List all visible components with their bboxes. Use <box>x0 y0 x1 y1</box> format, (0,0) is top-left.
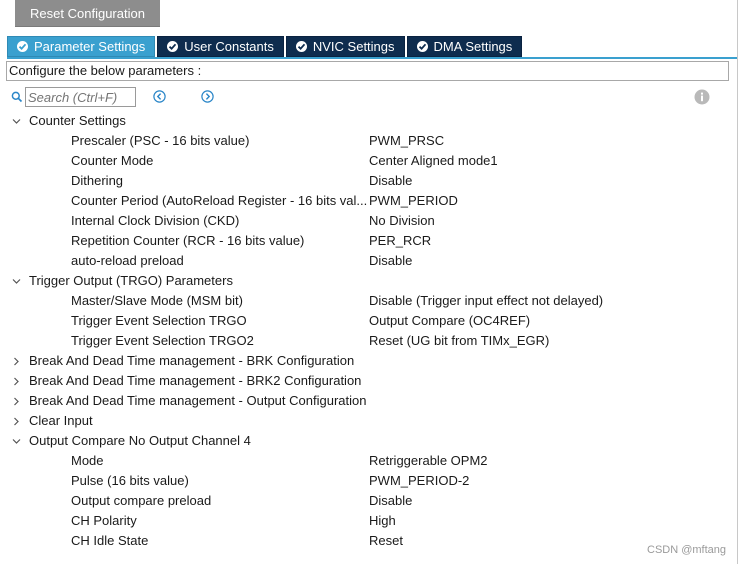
chevron-right-icon[interactable] <box>12 417 21 426</box>
check-circle-icon <box>416 41 428 52</box>
tree-group-row[interactable]: Counter Settings <box>0 111 737 131</box>
parameter-value[interactable]: Disable <box>369 251 412 271</box>
parameter-name: Prescaler (PSC - 16 bits value) <box>71 133 250 148</box>
tree-group-row[interactable]: Break And Dead Time management - Output … <box>0 391 737 411</box>
parameter-row[interactable]: Dithering Disable <box>0 171 737 191</box>
parameter-value[interactable]: No Division <box>369 211 435 231</box>
chevron-right-icon[interactable] <box>12 377 21 386</box>
watermark: CSDN @mftang <box>647 544 727 556</box>
chevron-right-icon[interactable] <box>12 357 21 366</box>
tree-group-label: Output Compare No Output Channel 4 <box>29 433 251 448</box>
tree-group-row[interactable]: Break And Dead Time management - BRK Con… <box>0 351 737 371</box>
parameter-name: Internal Clock Division (CKD) <box>71 213 240 228</box>
parameter-value[interactable]: High <box>369 511 396 531</box>
tab-nvic-settings[interactable]: NVIC Settings <box>285 36 405 57</box>
tree-group-label: Break And Dead Time management - Output … <box>29 393 367 408</box>
tab-user-constants[interactable]: User Constants <box>157 36 284 57</box>
chevron-down-icon[interactable] <box>12 117 21 126</box>
parameter-value[interactable]: Center Aligned mode1 <box>369 151 498 171</box>
tree-group-label: Break And Dead Time management - BRK Con… <box>29 353 355 368</box>
tab-label: Parameter Settings <box>34 39 146 54</box>
tree-group-label: Break And Dead Time management - BRK2 Co… <box>29 373 362 388</box>
check-circle-icon <box>17 41 28 52</box>
parameter-value[interactable]: Reset <box>369 531 403 551</box>
parameter-row[interactable]: Internal Clock Division (CKD) No Division <box>0 211 737 231</box>
search-previous-icon[interactable] <box>153 90 166 103</box>
tree-group-label: Counter Settings <box>29 113 126 128</box>
parameter-row[interactable]: Repetition Counter (RCR - 16 bits value)… <box>0 231 737 251</box>
search-input[interactable] <box>25 87 136 107</box>
parameter-name: Pulse (16 bits value) <box>71 473 189 488</box>
info-icon[interactable] <box>694 89 710 105</box>
parameter-value[interactable]: PER_RCR <box>369 231 431 251</box>
tree-group-row[interactable]: Break And Dead Time management - BRK2 Co… <box>0 371 737 391</box>
parameter-value[interactable]: Disable <box>369 491 412 511</box>
parameter-row[interactable]: Prescaler (PSC - 16 bits value) PWM_PRSC <box>0 131 737 151</box>
parameter-row[interactable]: Trigger Event Selection TRGO Output Compa… <box>0 311 737 331</box>
parameter-row[interactable]: auto-reload preload Disable <box>0 251 737 271</box>
check-circle-icon <box>167 41 179 52</box>
parameter-name: Counter Mode <box>71 153 154 168</box>
search-icon <box>11 91 23 103</box>
parameter-name: Dithering <box>71 173 124 188</box>
parameter-row[interactable]: CH Idle State Reset <box>0 531 737 551</box>
tab-label: User Constants <box>184 39 274 54</box>
tab-parameter-settings[interactable]: Parameter Settings <box>7 36 156 57</box>
search-next-icon[interactable] <box>201 90 214 103</box>
tree-group-row[interactable]: Trigger Output (TRGO) Parameters <box>0 271 737 291</box>
tree-group-row[interactable]: Output Compare No Output Channel 4 <box>0 431 737 451</box>
parameter-value[interactable]: PWM_PRSC <box>369 131 444 151</box>
parameter-name: Counter Period (AutoReload Register - 16… <box>71 193 367 208</box>
chevron-down-icon[interactable] <box>12 277 21 286</box>
tab-underline <box>7 57 737 59</box>
parameter-row[interactable]: Pulse (16 bits value) PWM_PERIOD-2 <box>0 471 737 491</box>
parameter-row[interactable]: Counter Mode Center Aligned mode1 <box>0 151 737 171</box>
parameter-name: Output compare preload <box>71 493 212 508</box>
parameter-value[interactable]: Disable (Trigger input effect not delaye… <box>369 291 603 311</box>
parameter-name: Trigger Event Selection TRGO <box>71 313 247 328</box>
parameter-value[interactable]: PWM_PERIOD <box>369 191 458 211</box>
parameter-row[interactable]: Output compare preload Disable <box>0 491 737 511</box>
parameter-name: Mode <box>71 453 104 468</box>
parameter-value[interactable]: PWM_PERIOD-2 <box>369 471 469 491</box>
reset-configuration-button[interactable]: Reset Configuration <box>15 0 160 27</box>
parameter-tree: Counter Settings Prescaler (PSC - 16 bits… <box>0 111 737 551</box>
tree-group-label: Clear Input <box>29 413 93 428</box>
parameter-value[interactable]: Disable <box>369 171 412 191</box>
tree-group-label: Trigger Output (TRGO) Parameters <box>29 273 233 288</box>
config-description: Configure the below parameters : <box>6 61 729 81</box>
tab-dma-settings[interactable]: DMA Settings <box>406 36 523 57</box>
parameter-row[interactable]: Master/Slave Mode (MSM bit) Disable (Trig… <box>0 291 737 311</box>
tree-group-row[interactable]: Clear Input <box>0 411 737 431</box>
parameter-name: Repetition Counter (RCR - 16 bits value) <box>71 233 305 248</box>
parameter-name: CH Idle State <box>71 533 149 548</box>
panel-right-border <box>737 0 738 564</box>
parameter-value[interactable]: Output Compare (OC4REF) <box>369 311 530 331</box>
parameter-value[interactable]: Retriggerable OPM2 <box>369 451 488 471</box>
tab-label: NVIC Settings <box>312 39 395 54</box>
parameter-value[interactable]: Reset (UG bit from TIMx_EGR) <box>369 331 549 351</box>
parameter-name: Trigger Event Selection TRGO2 <box>71 333 254 348</box>
parameter-row[interactable]: CH Polarity High <box>0 511 737 531</box>
chevron-down-icon[interactable] <box>12 437 21 446</box>
check-circle-icon <box>295 41 307 52</box>
settings-tabs: Parameter Settings User Constants NVIC S… <box>7 36 524 57</box>
tab-label: DMA Settings <box>433 39 513 54</box>
parameter-name: Master/Slave Mode (MSM bit) <box>71 293 243 308</box>
parameter-name: auto-reload preload <box>71 253 184 268</box>
parameter-row[interactable]: Counter Period (AutoReload Register - 16… <box>0 191 737 211</box>
parameter-name: CH Polarity <box>71 513 137 528</box>
parameter-row[interactable]: Trigger Event Selection TRGO2 Reset (UG b… <box>0 331 737 351</box>
chevron-right-icon[interactable] <box>12 397 21 406</box>
parameter-row[interactable]: Mode Retriggerable OPM2 <box>0 451 737 471</box>
